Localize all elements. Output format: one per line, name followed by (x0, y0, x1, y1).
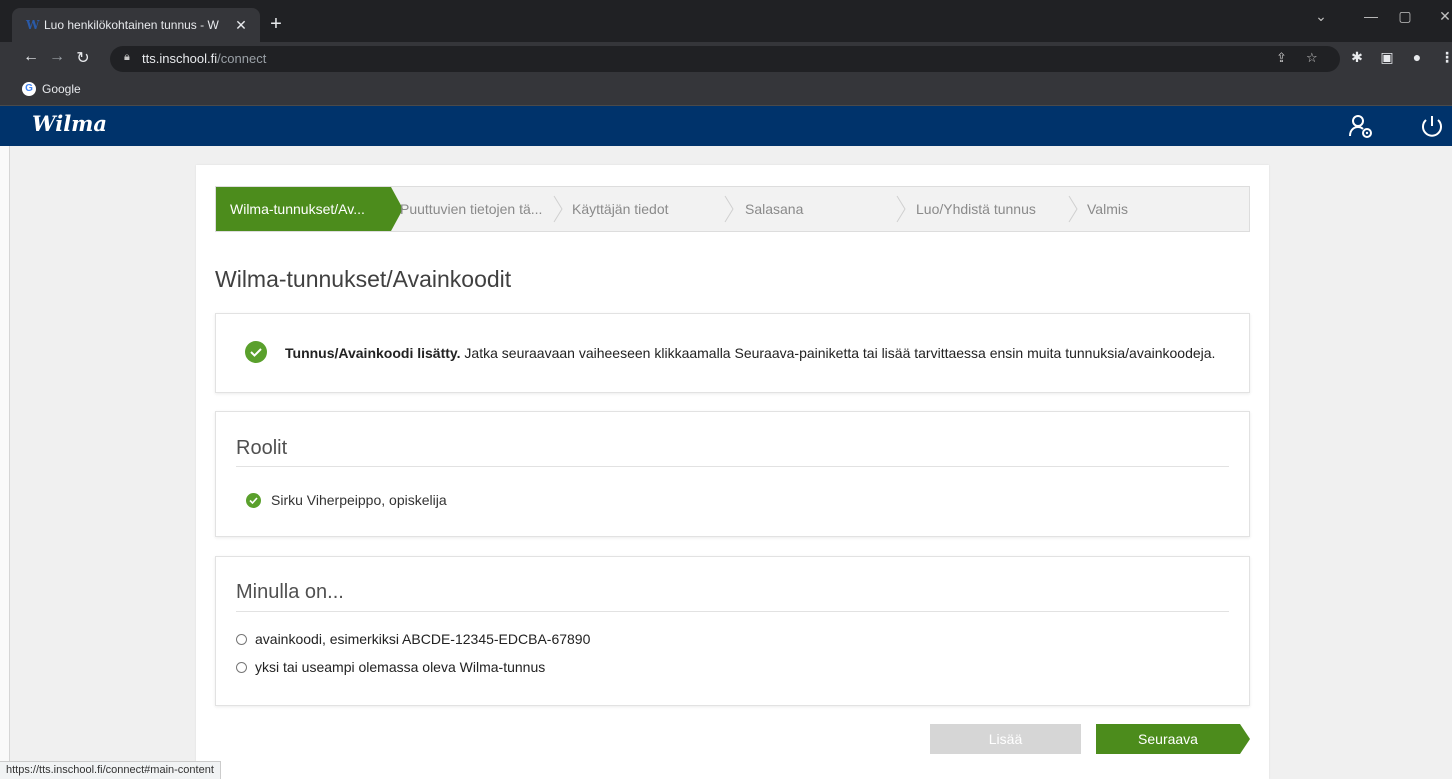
radio-button[interactable] (236, 661, 247, 673)
role-check-icon (246, 492, 261, 508)
status-url: https://tts.inschool.fi/connect#main-con… (0, 761, 221, 779)
logout-power-icon[interactable] (1416, 110, 1448, 142)
wizard-step-2[interactable]: Puuttuvien tietojen tä... (400, 187, 542, 231)
tab-search-icon[interactable]: ⌄ (1306, 8, 1336, 25)
restore-button[interactable]: ▢ (1390, 8, 1420, 25)
wizard-separator (896, 195, 906, 223)
wizard-step-5[interactable]: Luo/Yhdistä tunnus (916, 187, 1036, 231)
browser-tab[interactable]: W Luo henkilökohtainen tunnus - W ✕ (12, 8, 260, 42)
next-button[interactable]: Seuraava (1096, 724, 1240, 754)
role-label: Sirku Viherpeippo, opiskelija (271, 492, 447, 508)
tab-title: Luo henkilökohtainen tunnus - W (44, 18, 219, 32)
option-label: avainkoodi, esimerkiksi ABCDE-12345-EDCB… (255, 631, 591, 647)
wilma-favicon-icon: W (26, 18, 40, 32)
wilma-logo[interactable]: Wilma (32, 111, 107, 136)
google-icon: G (22, 82, 36, 96)
credentials-choice-section: Minulla on... avainkoodi, esimerkiksi AB… (215, 556, 1250, 706)
bookmark-label: Google (42, 82, 81, 96)
wizard-separator (553, 195, 563, 223)
new-tab-button[interactable]: + (262, 10, 290, 38)
wizard-separator (724, 195, 734, 223)
wizard-step-3[interactable]: Käyttäjän tiedot (572, 187, 669, 231)
browser-toolbar: ← → ↻ 🔒︎ tts.inschool.fi/connect ⇪ ☆ ✱ ▣… (0, 42, 1452, 76)
wizard-step-6[interactable]: Valmis (1087, 187, 1128, 231)
profile-icon[interactable]: ● (1406, 49, 1428, 65)
bookmarks-bar: G Google (0, 76, 1452, 106)
bookmark-star-icon[interactable]: ☆ (1306, 50, 1318, 66)
roles-title: Roolit (236, 437, 288, 459)
wizard-steps: Wilma-tunnukset/Av... Puuttuvien tietoje… (215, 186, 1250, 232)
back-icon[interactable]: ← (20, 48, 42, 66)
tab-close-icon[interactable]: ✕ (232, 17, 250, 34)
side-panel-icon[interactable]: ▣ (1376, 49, 1398, 66)
wilma-header: Wilma (0, 106, 1452, 146)
next-button-arrow (1240, 724, 1250, 754)
minulla-title: Minulla on... (236, 581, 344, 603)
minimize-button[interactable]: — (1356, 8, 1386, 24)
page-title: Wilma-tunnukset/Avainkoodit (215, 266, 512, 292)
bookmark-google[interactable]: G Google (22, 82, 81, 96)
lock-icon: 🔒︎ (124, 51, 130, 63)
option-activation-code[interactable]: avainkoodi, esimerkiksi ABCDE-12345-EDCB… (236, 631, 590, 647)
forward-icon[interactable]: → (46, 48, 68, 66)
notice-message: Tunnus/Avainkoodi lisätty. Jatka seuraav… (285, 345, 1216, 361)
minulla-divider (236, 611, 1229, 612)
wizard-step-4[interactable]: Salasana (745, 187, 803, 231)
success-notice: Tunnus/Avainkoodi lisätty. Jatka seuraav… (215, 313, 1250, 393)
address-bar[interactable]: 🔒︎ tts.inschool.fi/connect ⇪ ☆ (110, 46, 1340, 72)
roles-divider (236, 466, 1229, 467)
share-icon[interactable]: ⇪ (1276, 50, 1287, 66)
wizard-step-1[interactable]: Wilma-tunnukset/Av... (216, 187, 391, 231)
radio-button[interactable] (236, 633, 247, 645)
address-url: tts.inschool.fi/connect (142, 51, 267, 66)
role-item: Sirku Viherpeippo, opiskelija (246, 492, 447, 508)
roles-section: Roolit Sirku Viherpeippo, opiskelija (215, 411, 1250, 537)
success-check-icon (245, 341, 267, 363)
user-settings-icon[interactable] (1345, 110, 1377, 142)
close-window-button[interactable]: ✕ (1430, 8, 1452, 25)
wizard-separator (1068, 195, 1078, 223)
option-existing-account[interactable]: yksi tai useampi olemassa oleva Wilma-tu… (236, 659, 545, 675)
option-label: yksi tai useampi olemassa oleva Wilma-tu… (255, 659, 546, 675)
menu-icon[interactable]: ⋮ (1436, 49, 1452, 66)
browser-tab-strip: W Luo henkilökohtainen tunnus - W ✕ + ⌄ … (0, 0, 1452, 42)
extensions-icon[interactable]: ✱ (1346, 49, 1368, 66)
reload-icon[interactable]: ↻ (72, 48, 94, 68)
left-edge (0, 146, 10, 779)
add-button[interactable]: Lisää (930, 724, 1081, 754)
